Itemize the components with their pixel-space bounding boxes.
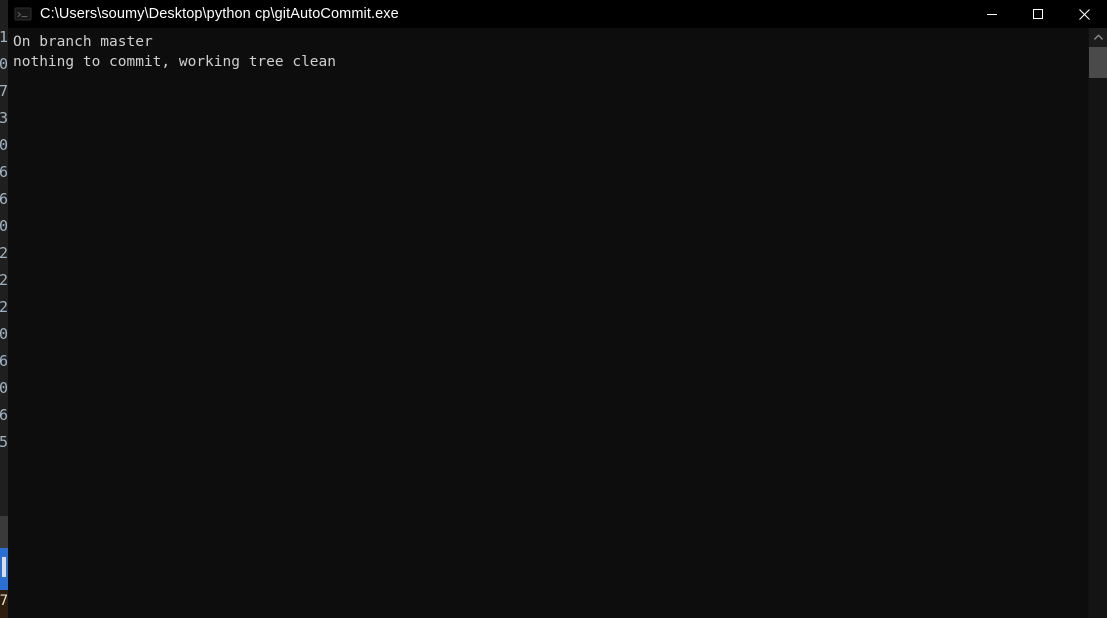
background-bottom-glyph: 7 bbox=[0, 593, 8, 609]
background-digit: 2 bbox=[0, 244, 8, 262]
background-digit: 0 bbox=[0, 325, 8, 343]
close-icon bbox=[1078, 8, 1090, 20]
background-digit: 3 bbox=[0, 109, 8, 127]
background-gray-band bbox=[0, 516, 8, 548]
background-digit: 0 bbox=[0, 55, 8, 73]
background-digit: 1 bbox=[0, 28, 8, 46]
maximize-button[interactable] bbox=[1015, 0, 1061, 28]
background-digit: 6 bbox=[0, 406, 8, 424]
window-title: C:\Users\soumy\Desktop\python cp\gitAuto… bbox=[40, 6, 399, 22]
console-line: nothing to commit, working tree clean bbox=[13, 54, 337, 70]
background-digit: 2 bbox=[0, 271, 8, 289]
background-digit: 2 bbox=[0, 298, 8, 316]
background-digit: 0 bbox=[0, 379, 8, 397]
scrollbar-track[interactable] bbox=[1089, 78, 1107, 618]
background-digit: 0 bbox=[0, 136, 8, 154]
background-digit: 6 bbox=[0, 352, 8, 370]
scrollbar-thumb[interactable] bbox=[1089, 47, 1107, 78]
console-body[interactable]: On branch master nothing to commit, worki… bbox=[8, 28, 1107, 618]
chevron-up-icon bbox=[1093, 34, 1103, 40]
scroll-up-button[interactable] bbox=[1089, 28, 1107, 46]
screen: 1 0 7 3 0 6 6 0 2 2 2 0 6 0 6 5 7 C:\Users\soumy\Deskto… bbox=[0, 0, 1107, 618]
window-controls bbox=[969, 0, 1107, 28]
console-line: On branch master bbox=[13, 34, 153, 50]
background-digit: 7 bbox=[0, 82, 8, 100]
background-digit: 5 bbox=[0, 433, 8, 451]
background-desktop-strip: 1 0 7 3 0 6 6 0 2 2 2 0 6 0 6 5 7 bbox=[0, 0, 8, 618]
console-app-icon bbox=[14, 7, 32, 21]
background-digit: 6 bbox=[0, 190, 8, 208]
background-digit: 0 bbox=[0, 217, 8, 235]
background-digit: 6 bbox=[0, 163, 8, 181]
title-bar[interactable]: C:\Users\soumy\Desktop\python cp\gitAuto… bbox=[8, 0, 1107, 28]
minimize-icon bbox=[987, 14, 997, 15]
maximize-icon bbox=[1033, 9, 1043, 19]
console-output[interactable]: On branch master nothing to commit, worki… bbox=[8, 28, 1088, 618]
close-button[interactable] bbox=[1061, 0, 1107, 28]
background-taskbar-tile bbox=[1, 556, 7, 578]
minimize-button[interactable] bbox=[969, 0, 1015, 28]
console-window: C:\Users\soumy\Desktop\python cp\gitAuto… bbox=[8, 0, 1107, 618]
vertical-scrollbar[interactable] bbox=[1088, 28, 1107, 618]
